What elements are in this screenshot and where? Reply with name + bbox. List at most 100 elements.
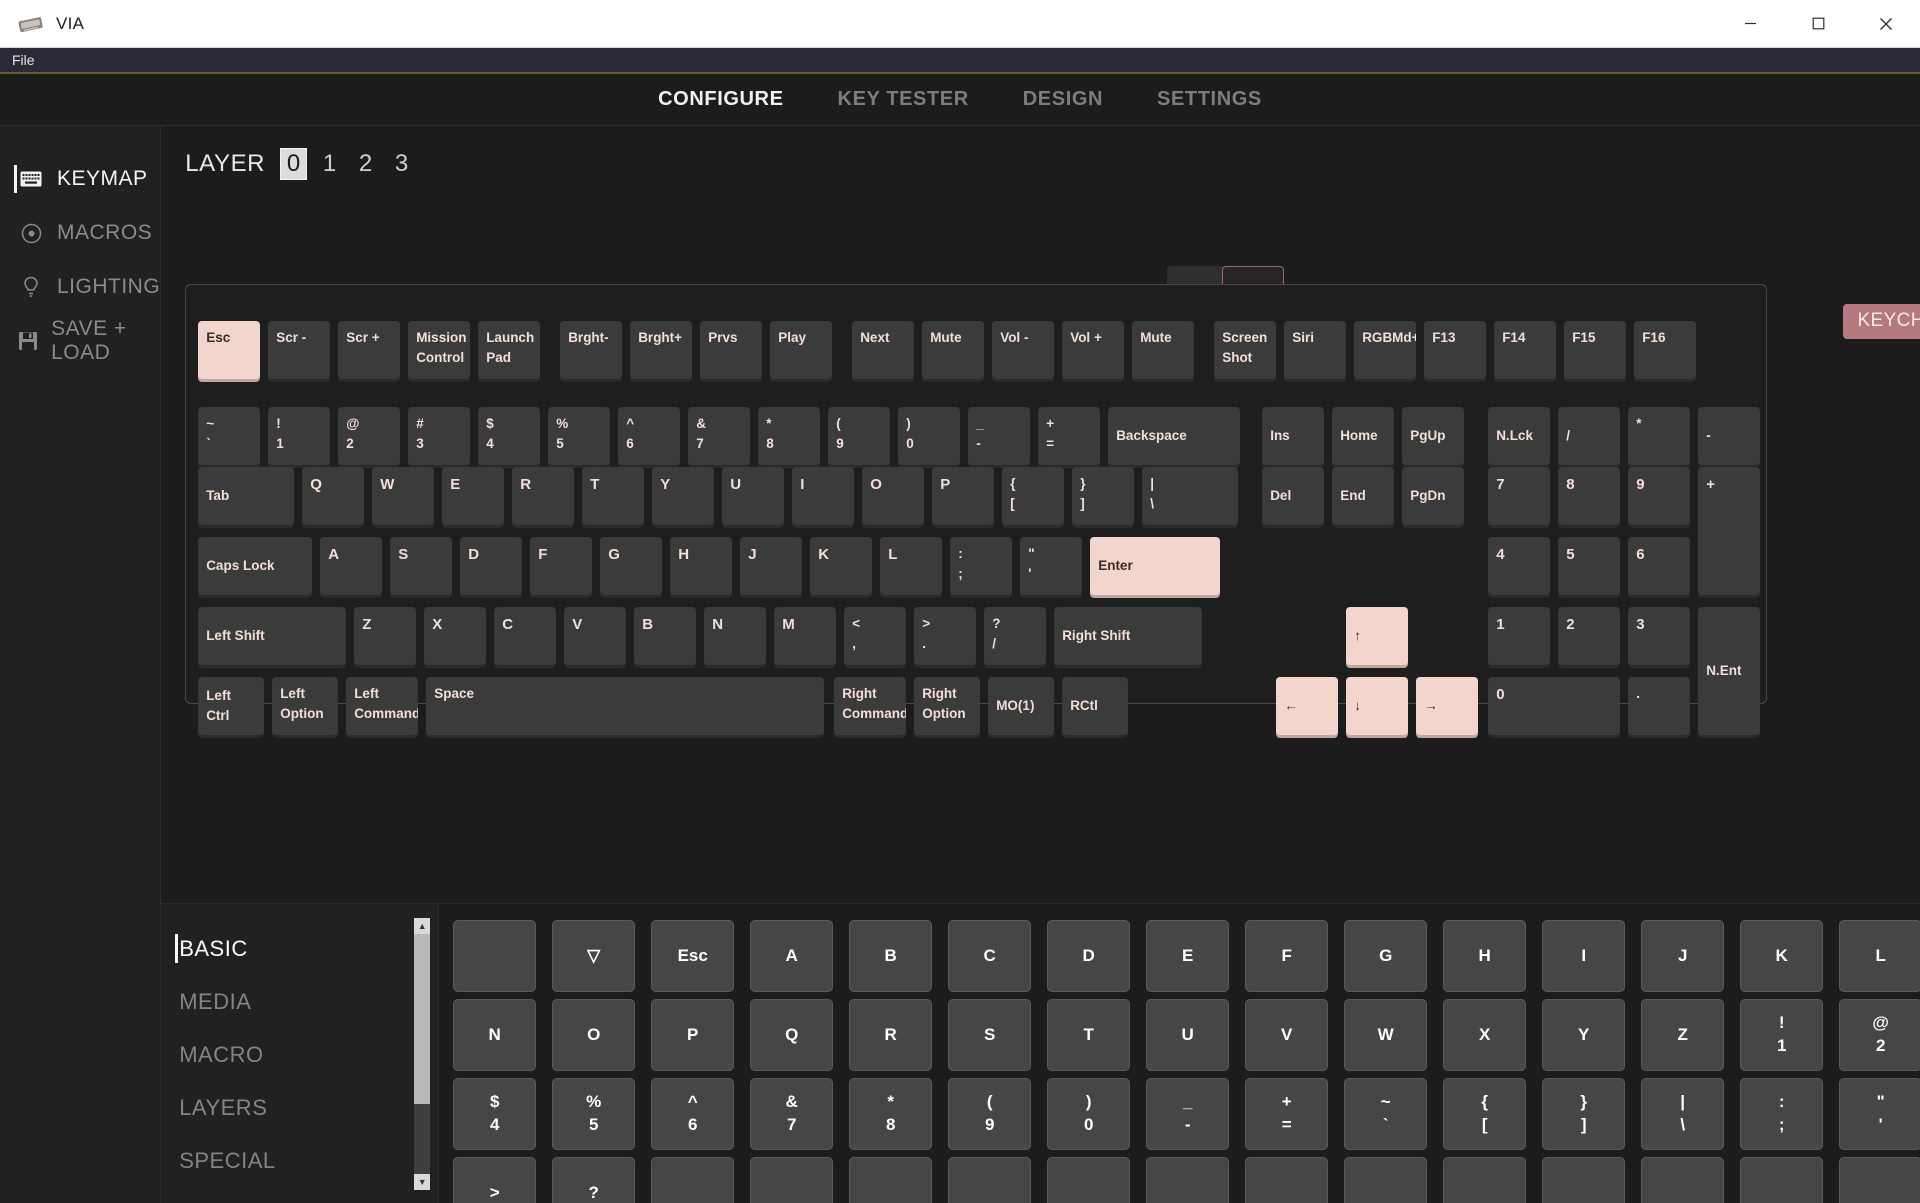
keymap-key[interactable]: Esc [198, 321, 261, 379]
keymap-key[interactable]: - [1698, 407, 1761, 465]
picker-key[interactable]: H [1443, 920, 1527, 992]
keymap-key[interactable]: 6 [1628, 537, 1691, 595]
keymap-key[interactable]: #3 [408, 407, 471, 465]
keymap-key[interactable]: }] [1072, 467, 1135, 525]
picker-key[interactable]: Esc [651, 920, 735, 992]
picker-key[interactable] [1047, 1157, 1131, 1203]
keymap-key[interactable]: F14 [1494, 321, 1557, 379]
picker-key[interactable] [1740, 1157, 1824, 1203]
keymap-key[interactable]: 2 [1558, 607, 1621, 665]
keymap-key[interactable]: Right Shift [1054, 607, 1203, 665]
tab-settings[interactable]: SETTINGS [1157, 88, 1262, 111]
category-scrollbar[interactable]: ▲ ▼ [414, 918, 431, 1190]
keymap-key[interactable]: O [862, 467, 925, 525]
keymap-key[interactable]: MO(1) [988, 677, 1055, 735]
picker-key[interactable] [849, 1157, 933, 1203]
keymap-key[interactable]: Vol - [992, 321, 1055, 379]
keymap-key[interactable]: I [792, 467, 855, 525]
keymap-key[interactable]: Brght- [560, 321, 623, 379]
keymap-key[interactable]: 8 [1558, 467, 1621, 525]
picker-key[interactable] [651, 1157, 735, 1203]
picker-key[interactable]: X [1443, 999, 1527, 1071]
keymap-key[interactable]: → [1416, 677, 1479, 735]
keymap-key[interactable]: Play [770, 321, 833, 379]
keymap-key[interactable]: X [424, 607, 487, 665]
keymap-key[interactable]: P [932, 467, 995, 525]
key-picker-category[interactable]: QMK LIGHTING [161, 1187, 438, 1203]
picker-key[interactable]: J [1641, 920, 1725, 992]
picker-key[interactable]: _ - [1146, 1078, 1230, 1150]
keymap-key[interactable]: J [740, 537, 803, 595]
picker-key[interactable]: R [849, 999, 933, 1071]
picker-key[interactable]: ▽ [552, 920, 636, 992]
keymap-key[interactable]: Right Option [914, 677, 981, 735]
keymap-key[interactable]: 9 [1628, 467, 1691, 525]
picker-key[interactable]: P [651, 999, 735, 1071]
keymap-key[interactable]: RCtl [1062, 677, 1129, 735]
sidebar-item-macros[interactable]: MACROS [0, 206, 160, 260]
keymap-key[interactable]: D [460, 537, 523, 595]
picker-key[interactable]: N [453, 999, 537, 1071]
keymap-key[interactable]: ↓ [1346, 677, 1409, 735]
keymap-key[interactable]: C [494, 607, 557, 665]
key-picker-category[interactable]: BASIC [161, 922, 438, 975]
keymap-key[interactable]: @2 [338, 407, 401, 465]
picker-key[interactable] [1245, 1157, 1329, 1203]
keymap-key[interactable]: Y [652, 467, 715, 525]
keymap-key[interactable]: :; [950, 537, 1013, 595]
keymap-key[interactable]: U [722, 467, 785, 525]
picker-key[interactable] [1839, 1157, 1920, 1203]
keymap-key[interactable]: End [1332, 467, 1395, 525]
picker-key[interactable]: + = [1245, 1078, 1329, 1150]
keymap-key[interactable]: 3 [1628, 607, 1691, 665]
keymap-key[interactable]: * [1628, 407, 1691, 465]
keymap-key[interactable]: + = [1038, 407, 1101, 465]
picker-key[interactable]: S [948, 999, 1032, 1071]
keymap-key[interactable]: _ - [968, 407, 1031, 465]
keymap-key[interactable]: W [372, 467, 435, 525]
scroll-thumb[interactable] [414, 934, 431, 1104]
keymap-key[interactable]: (9 [828, 407, 891, 465]
keymap-key[interactable]: M [774, 607, 837, 665]
keymap-key[interactable]: Left Shift [198, 607, 347, 665]
keymap-key[interactable]: Left Command [346, 677, 419, 735]
keymap-key[interactable]: V [564, 607, 627, 665]
key-picker-category[interactable]: MEDIA [161, 975, 438, 1028]
keymap-key[interactable]: ↑ [1346, 607, 1409, 665]
keymap-key[interactable]: PgUp [1402, 407, 1465, 465]
keymap-key[interactable]: Brght+ [630, 321, 693, 379]
picker-key[interactable]: :; [1740, 1078, 1824, 1150]
keymap-key[interactable]: ! 1 [268, 407, 331, 465]
menu-item-file[interactable]: File [0, 47, 45, 73]
keymap-key[interactable]: G [600, 537, 663, 595]
keymap-key[interactable]: 4 [1488, 537, 1551, 595]
keymap-key[interactable]: & 7 [688, 407, 751, 465]
keymap-key[interactable]: H [670, 537, 733, 595]
keymap-key[interactable]: Q [302, 467, 365, 525]
keymap-key[interactable]: Del [1262, 467, 1325, 525]
key-picker-category[interactable]: SPECIAL [161, 1134, 438, 1187]
keymap-key[interactable]: Screen Shot [1214, 321, 1277, 379]
picker-key[interactable]: B [849, 920, 933, 992]
keymap-key[interactable]: F13 [1424, 321, 1487, 379]
keymap-key[interactable]: R [512, 467, 575, 525]
picker-key[interactable]: % 5 [552, 1078, 636, 1150]
picker-key[interactable] [453, 920, 537, 992]
keymap-key[interactable]: Mission Control [408, 321, 471, 379]
keymap-key[interactable]: Scr - [268, 321, 331, 379]
keymap-key[interactable]: 5 [1558, 537, 1621, 595]
picker-key[interactable] [750, 1157, 834, 1203]
scroll-down-icon[interactable]: ▼ [414, 1174, 431, 1190]
keymap-key[interactable]: Left Option [272, 677, 339, 735]
keymap-key[interactable]: / [1558, 407, 1621, 465]
keymap-key[interactable]: ← [1276, 677, 1339, 735]
key-picker-category[interactable]: MACRO [161, 1028, 438, 1081]
keymap-key[interactable]: Tab [198, 467, 295, 525]
keymap-key[interactable]: T [582, 467, 645, 525]
picker-key[interactable]: ? [552, 1157, 636, 1203]
picker-key[interactable]: U [1146, 999, 1230, 1071]
tab-configure[interactable]: CONFIGURE [658, 88, 783, 111]
picker-key[interactable]: ) 0 [1047, 1078, 1131, 1150]
keymap-key[interactable]: E [442, 467, 505, 525]
keymap-key[interactable]: Launch Pad [478, 321, 541, 379]
